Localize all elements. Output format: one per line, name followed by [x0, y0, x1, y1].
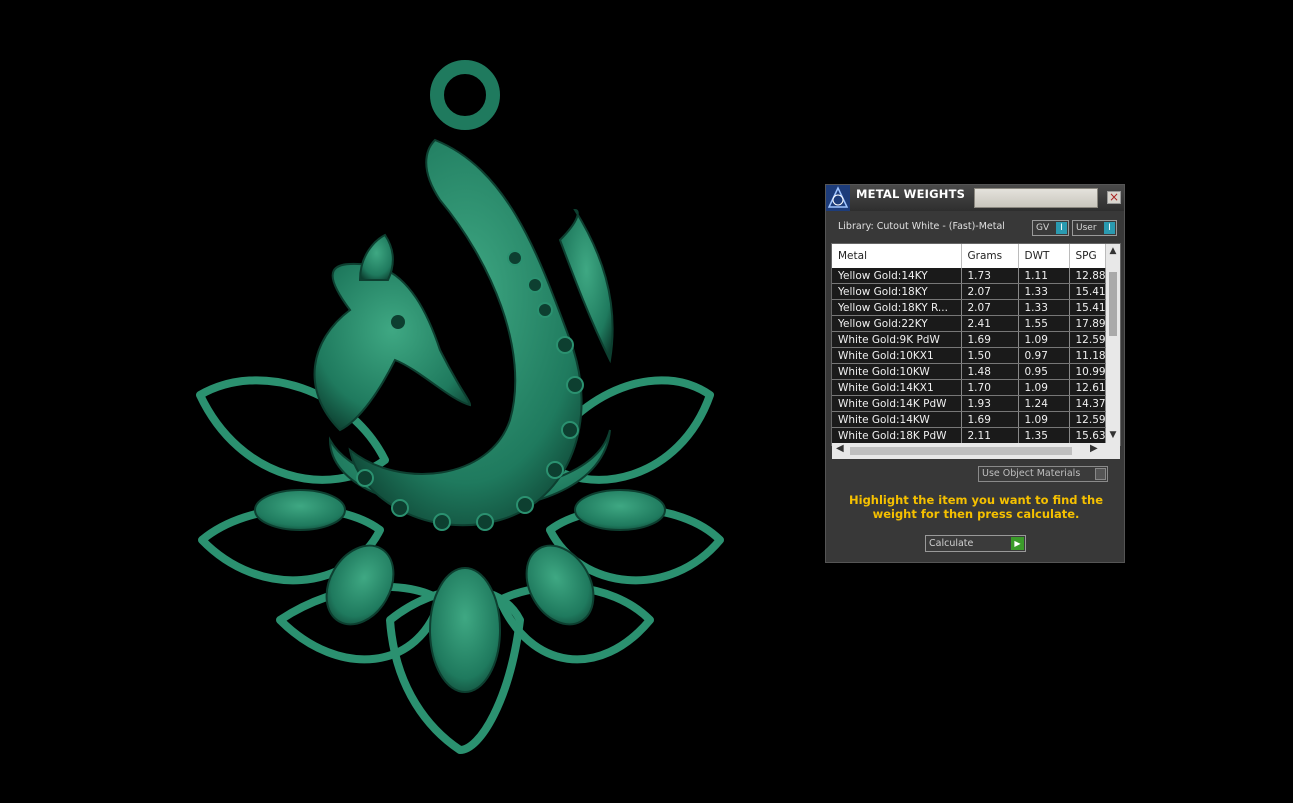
user-toggle[interactable]: User I: [1072, 220, 1117, 236]
table-row[interactable]: White Gold:18K PdW 2.11 1.35 15.63: [832, 427, 1106, 444]
cell-metal: Yellow Gold:18KY: [832, 283, 962, 300]
cell-dwt: 1.35: [1018, 427, 1070, 444]
cell-dwt: 1.33: [1018, 283, 1070, 300]
calculate-button[interactable]: Calculate ▶: [925, 535, 1026, 552]
cell-grams: 1.48: [961, 363, 1019, 380]
cell-dwt: 0.97: [1018, 347, 1070, 364]
cell-spg: 15.63: [1069, 427, 1106, 444]
close-button[interactable]: ×: [1107, 191, 1121, 204]
horizontal-scroll-thumb[interactable]: [850, 447, 1072, 455]
cell-spg: 17.89: [1069, 315, 1106, 332]
use-object-materials-toggle[interactable]: Use Object Materials: [978, 466, 1108, 482]
cell-spg: 12.59: [1069, 331, 1106, 348]
app-logo-icon: [826, 185, 850, 211]
cell-dwt: 1.11: [1018, 268, 1070, 284]
cell-grams: 2.07: [961, 299, 1019, 316]
panel-titlebar[interactable]: METAL WEIGHTS ×: [826, 185, 1124, 211]
cell-metal: White Gold:18K PdW: [832, 427, 962, 444]
bail-ring: [430, 60, 500, 130]
cell-dwt: 1.09: [1018, 411, 1070, 428]
metal-table: Metal Grams DWT SPG Yellow Gold:14KY 1.73…: [832, 244, 1106, 444]
table-row[interactable]: Yellow Gold:14KY 1.73 1.11 12.88: [832, 268, 1106, 284]
table-row[interactable]: Yellow Gold:18KY 2.07 1.33 15.41: [832, 283, 1106, 300]
cell-metal: White Gold:10KX1: [832, 347, 962, 364]
cell-metal: White Gold:10KW: [832, 363, 962, 380]
cell-metal: Yellow Gold:18KY R...: [832, 299, 962, 316]
cell-dwt: 0.95: [1018, 363, 1070, 380]
cell-dwt: 1.55: [1018, 315, 1070, 332]
table-row[interactable]: White Gold:14K PdW 1.93 1.24 14.37: [832, 395, 1106, 412]
cell-spg: 12.59: [1069, 411, 1106, 428]
play-icon: ▶: [1011, 537, 1024, 550]
cell-spg: 10.99: [1069, 363, 1106, 380]
cell-metal: White Gold:14KW: [832, 411, 962, 428]
table-row[interactable]: Yellow Gold:22KY 2.41 1.55 17.89: [832, 315, 1106, 332]
column-header-dwt[interactable]: DWT: [1018, 244, 1070, 268]
use-object-materials-label: Use Object Materials: [982, 468, 1081, 479]
horizontal-scrollbar[interactable]: ◀ ▶: [832, 443, 1120, 459]
table-row[interactable]: White Gold:14KW 1.69 1.09 12.59: [832, 411, 1106, 428]
cell-grams: 2.07: [961, 283, 1019, 300]
column-header-metal[interactable]: Metal: [832, 244, 962, 268]
calculate-label: Calculate: [929, 538, 974, 549]
cell-grams: 1.93: [961, 395, 1019, 412]
vertical-scroll-thumb[interactable]: [1109, 272, 1117, 336]
cell-grams: 2.41: [961, 315, 1019, 332]
panel-title: METAL WEIGHTS: [856, 187, 966, 201]
cell-spg: 15.41: [1069, 299, 1106, 316]
table-row[interactable]: White Gold:10KX1 1.50 0.97 11.18: [832, 347, 1106, 364]
cell-grams: 1.69: [961, 411, 1019, 428]
cell-dwt: 1.24: [1018, 395, 1070, 412]
cell-spg: 12.88: [1069, 268, 1106, 284]
table-row[interactable]: White Gold:14KX1 1.70 1.09 12.61: [832, 379, 1106, 396]
table-row[interactable]: White Gold:10KW 1.48 0.95 10.99: [832, 363, 1106, 380]
cell-metal: Yellow Gold:22KY: [832, 315, 962, 332]
scroll-right-icon[interactable]: ▶: [1090, 443, 1098, 454]
library-label: Library: Cutout White - (Fast)-Metal: [838, 221, 1005, 232]
table-row[interactable]: Yellow Gold:18KY R... 2.07 1.33 15.41: [832, 299, 1106, 316]
cell-dwt: 1.33: [1018, 299, 1070, 316]
cell-spg: 11.18: [1069, 347, 1106, 364]
scroll-left-icon[interactable]: ◀: [836, 443, 844, 454]
cell-grams: 1.69: [961, 331, 1019, 348]
cell-metal: White Gold:14K PdW: [832, 395, 962, 412]
metal-table-container: Metal Grams DWT SPG Yellow Gold:14KY 1.73…: [831, 243, 1121, 459]
metal-weights-panel: METAL WEIGHTS × Library: Cutout White - …: [825, 184, 1125, 563]
cell-grams: 2.11: [961, 427, 1019, 444]
user-toggle-indicator: I: [1104, 222, 1115, 234]
gv-toggle-label: GV: [1036, 223, 1050, 233]
user-toggle-label: User: [1076, 223, 1097, 233]
cell-metal: White Gold:14KX1: [832, 379, 962, 396]
cell-dwt: 1.09: [1018, 379, 1070, 396]
cell-dwt: 1.09: [1018, 331, 1070, 348]
vertical-scrollbar[interactable]: ▲ ▼: [1106, 244, 1120, 443]
gv-toggle-indicator: I: [1056, 222, 1067, 234]
scroll-down-icon[interactable]: ▼: [1107, 430, 1119, 440]
cell-spg: 14.37: [1069, 395, 1106, 412]
cell-metal: White Gold:9K PdW: [832, 331, 962, 348]
cell-metal: Yellow Gold:14KY: [832, 268, 962, 284]
title-tab: [974, 188, 1098, 208]
instruction-text: Highlight the item you want to find the …: [849, 493, 1103, 521]
cell-grams: 1.73: [961, 268, 1019, 284]
toggle-indicator-icon: [1095, 468, 1106, 480]
gv-toggle[interactable]: GV I: [1032, 220, 1069, 236]
column-header-grams[interactable]: Grams: [961, 244, 1019, 268]
cell-grams: 1.50: [961, 347, 1019, 364]
scroll-up-icon[interactable]: ▲: [1107, 246, 1119, 256]
table-row[interactable]: White Gold:9K PdW 1.69 1.09 12.59: [832, 331, 1106, 348]
column-header-spg[interactable]: SPG: [1069, 244, 1106, 268]
peacock-pendant-model[interactable]: [180, 60, 740, 770]
cell-spg: 12.61: [1069, 379, 1106, 396]
cell-grams: 1.70: [961, 379, 1019, 396]
cell-spg: 15.41: [1069, 283, 1106, 300]
